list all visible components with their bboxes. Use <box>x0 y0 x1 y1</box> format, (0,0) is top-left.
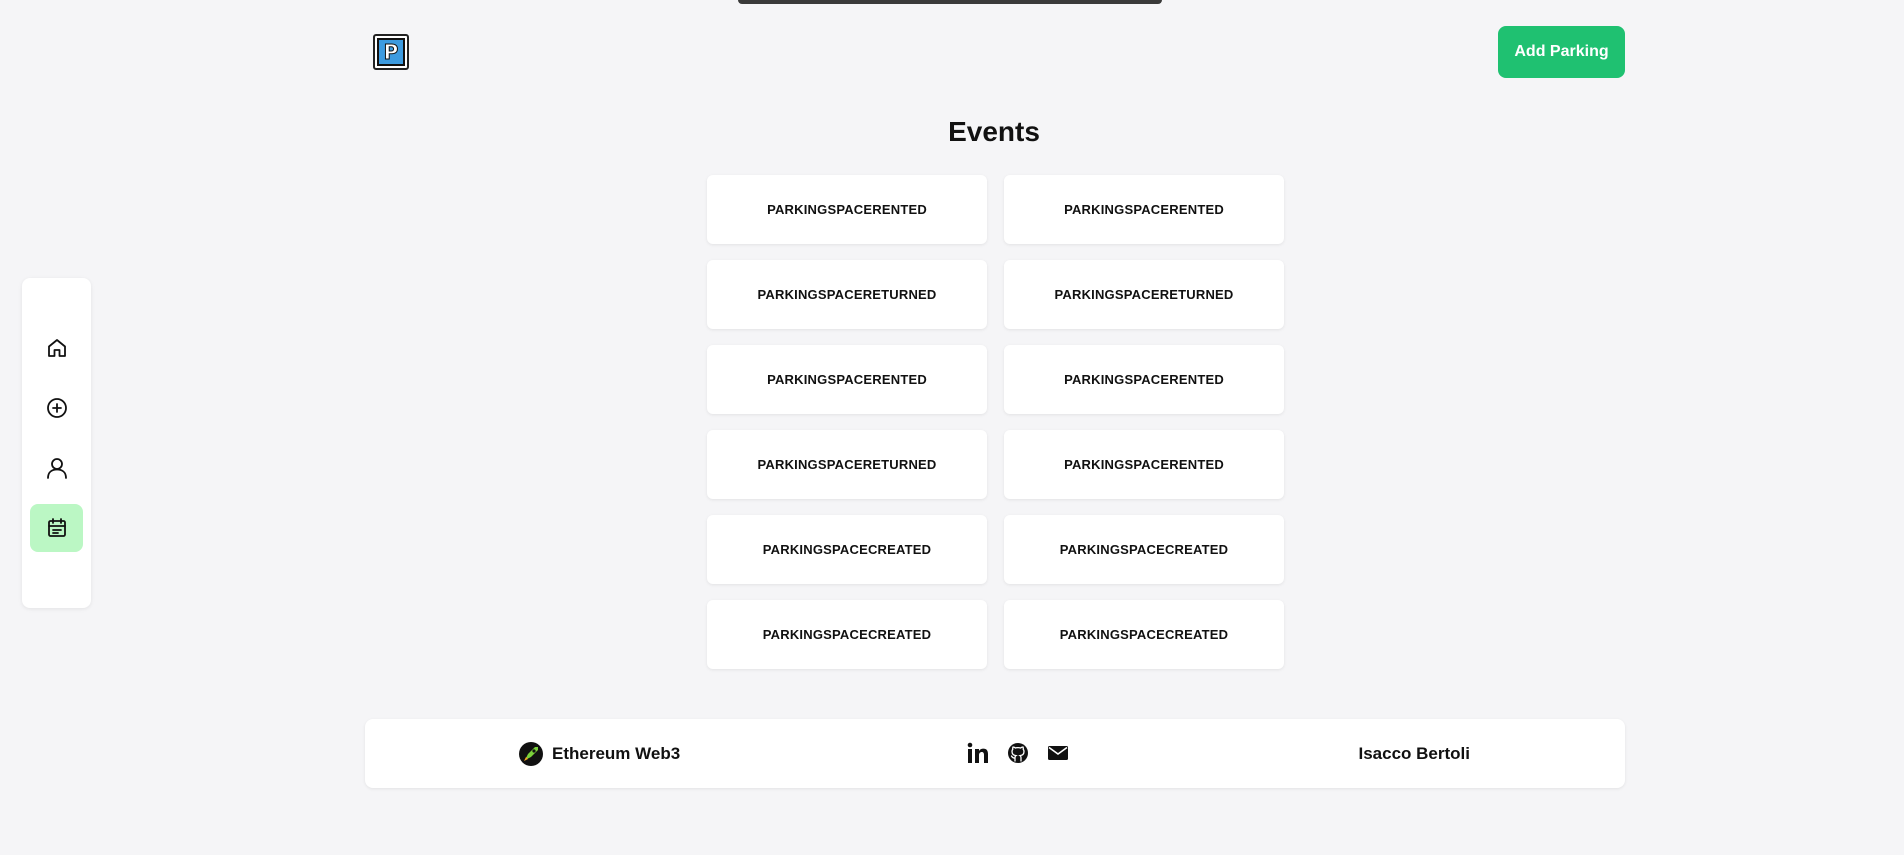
linkedin-link[interactable] <box>966 741 990 765</box>
plus-circle-icon <box>46 398 67 418</box>
event-card[interactable]: PARKINGSPACERETURNED <box>707 260 987 329</box>
event-card[interactable]: PARKINGSPACERENTED <box>1004 345 1284 414</box>
event-card[interactable]: PARKINGSPACERETURNED <box>1004 260 1284 329</box>
footer-author: Isacco Bertoli <box>1358 743 1471 763</box>
mail-link[interactable] <box>1046 741 1070 765</box>
mail-icon <box>1048 746 1068 760</box>
event-card[interactable]: PARKINGSPACERENTED <box>707 175 987 244</box>
event-card[interactable]: PARKINGSPACECREATED <box>1004 515 1284 584</box>
sidebar-item-home[interactable] <box>30 324 83 372</box>
event-card[interactable]: PARKINGSPACECREATED <box>707 600 987 669</box>
parking-logo-icon: P <box>377 38 405 66</box>
sidebar <box>22 278 91 608</box>
user-icon <box>46 458 67 479</box>
linkedin-icon <box>967 742 988 763</box>
event-card[interactable]: PARKINGSPACERENTED <box>1004 175 1284 244</box>
social-links <box>966 741 1070 765</box>
footer-brand: Ethereum Web3 <box>518 719 680 788</box>
rocket-icon <box>519 741 543 766</box>
events-grid: PARKINGSPACERENTED PARKINGSPACERENTED PARK… <box>707 175 1284 669</box>
event-card[interactable]: PARKINGSPACECREATED <box>1004 600 1284 669</box>
home-icon <box>47 339 66 357</box>
page-title: Events <box>948 116 1040 147</box>
event-card[interactable]: PARKINGSPACERENTED <box>707 345 987 414</box>
event-card[interactable]: PARKINGSPACERENTED <box>1004 430 1284 499</box>
add-parking-button[interactable]: Add Parking <box>1498 26 1625 78</box>
footer-brand-label: Ethereum Web3 <box>552 743 681 763</box>
sidebar-item-profile[interactable] <box>30 444 83 492</box>
sidebar-item-add[interactable] <box>30 384 83 432</box>
event-card[interactable]: PARKINGSPACECREATED <box>707 515 987 584</box>
github-icon <box>1008 743 1028 763</box>
sidebar-item-events[interactable] <box>30 504 83 552</box>
github-link[interactable] <box>1006 741 1030 765</box>
footer: Ethereum Web3 Isacco Bertoli <box>365 719 1625 788</box>
app-logo[interactable]: P <box>373 34 409 70</box>
top-scroll-indicator <box>738 0 1162 4</box>
calendar-icon <box>47 518 66 537</box>
event-card[interactable]: PARKINGSPACERETURNED <box>707 430 987 499</box>
